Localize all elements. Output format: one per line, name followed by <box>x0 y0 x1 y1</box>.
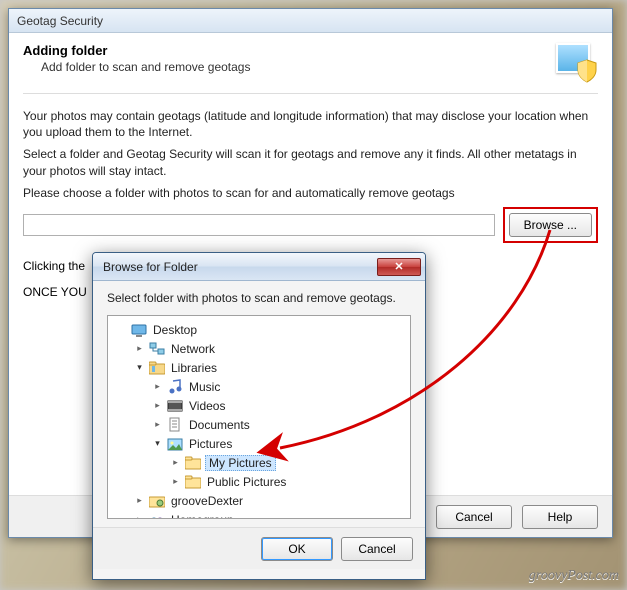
info-paragraph-1: Your photos may contain geotags (latitud… <box>23 108 598 140</box>
pictures-icon <box>167 436 183 452</box>
folder-icon <box>185 455 201 471</box>
ok-button[interactable]: OK <box>261 537 333 561</box>
expander-icon[interactable]: ▸ <box>152 400 163 411</box>
tree-node-music[interactable]: ▸ Music <box>150 377 408 396</box>
security-photo-icon <box>554 43 598 83</box>
tree-node-desktop[interactable]: ▸ Desktop <box>114 320 408 339</box>
documents-icon <box>167 417 183 433</box>
browse-button[interactable]: Browse ... <box>509 213 592 237</box>
homegroup-icon <box>149 512 165 520</box>
page-subheading: Add folder to scan and remove geotags <box>41 60 546 74</box>
tree-node-network[interactable]: ▸ Network <box>132 339 408 358</box>
tree-node-public-pictures[interactable]: ▸ Public Pictures <box>168 472 408 491</box>
window-title: Geotag Security <box>17 14 103 28</box>
expander-icon[interactable]: ▾ <box>152 438 163 449</box>
expander-icon[interactable]: ▸ <box>152 419 163 430</box>
dialog-title: Browse for Folder <box>103 260 377 274</box>
window-titlebar[interactable]: Geotag Security <box>9 9 612 33</box>
user-folder-icon <box>149 493 165 509</box>
tree-node-libraries[interactable]: ▾ Libraries <box>132 358 408 377</box>
desktop-icon <box>131 322 147 338</box>
choose-folder-label: Please choose a folder with photos to sc… <box>23 185 598 201</box>
folder-path-input[interactable] <box>23 214 495 236</box>
dialog-titlebar[interactable]: Browse for Folder ✕ <box>93 253 425 281</box>
folder-tree[interactable]: ▸ Desktop ▸ <box>107 315 411 519</box>
tree-node-my-pictures[interactable]: ▸ My Pictures <box>168 453 408 472</box>
dialog-button-bar: OK Cancel <box>93 527 425 569</box>
cancel-button[interactable]: Cancel <box>436 505 512 529</box>
expander-icon[interactable]: ▸ <box>152 381 163 392</box>
tree-node-groovedexter[interactable]: ▸ grooveDexter <box>132 491 408 510</box>
network-icon <box>149 341 165 357</box>
expander-icon[interactable]: ▾ <box>134 362 145 373</box>
browse-for-folder-dialog: Browse for Folder ✕ Select folder with p… <box>92 252 426 580</box>
videos-icon <box>167 398 183 414</box>
expander-icon[interactable]: ▸ <box>134 495 145 506</box>
libraries-icon <box>149 360 165 376</box>
expander-icon[interactable]: ▸ <box>134 343 145 354</box>
browse-highlight-annotation: Browse ... <box>503 207 598 243</box>
dialog-cancel-button[interactable]: Cancel <box>341 537 413 561</box>
page-heading: Adding folder <box>23 43 546 58</box>
tree-node-homegroup[interactable]: ▸ Homegroup <box>132 510 408 519</box>
tree-node-videos[interactable]: ▸ Videos <box>150 396 408 415</box>
close-icon: ✕ <box>394 260 403 273</box>
dialog-instruction: Select folder with photos to scan and re… <box>107 291 411 305</box>
watermark-text: groovyPost.com <box>529 568 619 584</box>
help-button[interactable]: Help <box>522 505 598 529</box>
expander-icon[interactable]: ▸ <box>134 514 145 519</box>
folder-icon <box>185 474 201 490</box>
expander-icon[interactable]: ▸ <box>170 457 181 468</box>
tree-node-documents[interactable]: ▸ Documents <box>150 415 408 434</box>
expander-icon[interactable]: ▸ <box>170 476 181 487</box>
music-icon <box>167 379 183 395</box>
dialog-close-button[interactable]: ✕ <box>377 258 421 276</box>
tree-node-pictures[interactable]: ▾ Pictures <box>150 434 408 453</box>
info-paragraph-2: Select a folder and Geotag Security will… <box>23 146 598 178</box>
